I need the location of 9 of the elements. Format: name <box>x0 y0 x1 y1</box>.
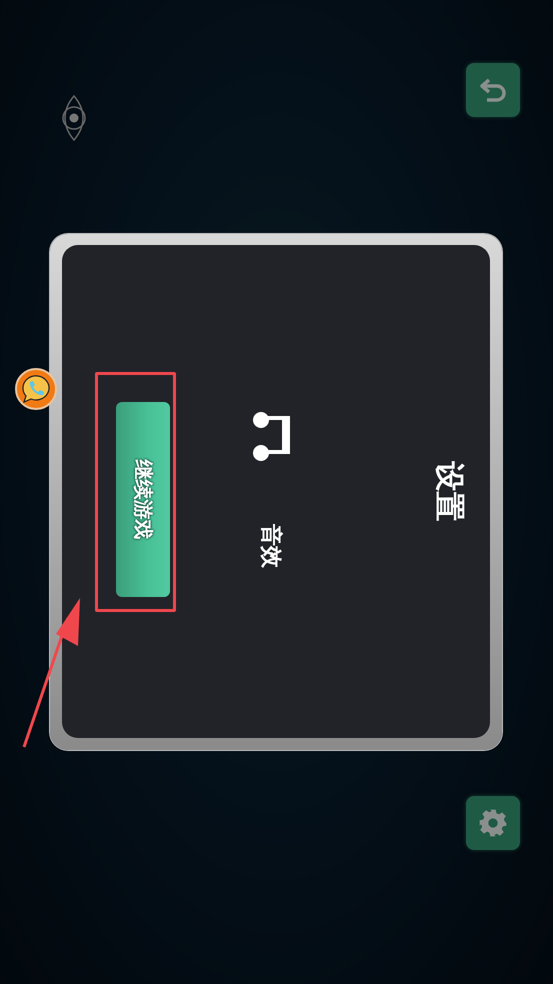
continue-game-button[interactable]: 继续游戏 <box>116 402 170 596</box>
settings-button[interactable] <box>466 796 520 850</box>
settings-icon <box>477 807 509 839</box>
eye-icon[interactable] <box>60 94 88 142</box>
music-note-icon[interactable] <box>252 412 290 462</box>
phone-bubble-icon[interactable] <box>15 368 57 410</box>
back-button[interactable] <box>466 63 520 117</box>
dialog-title: 设置 <box>430 462 468 522</box>
sound-effects-label: 音效 <box>257 524 284 568</box>
